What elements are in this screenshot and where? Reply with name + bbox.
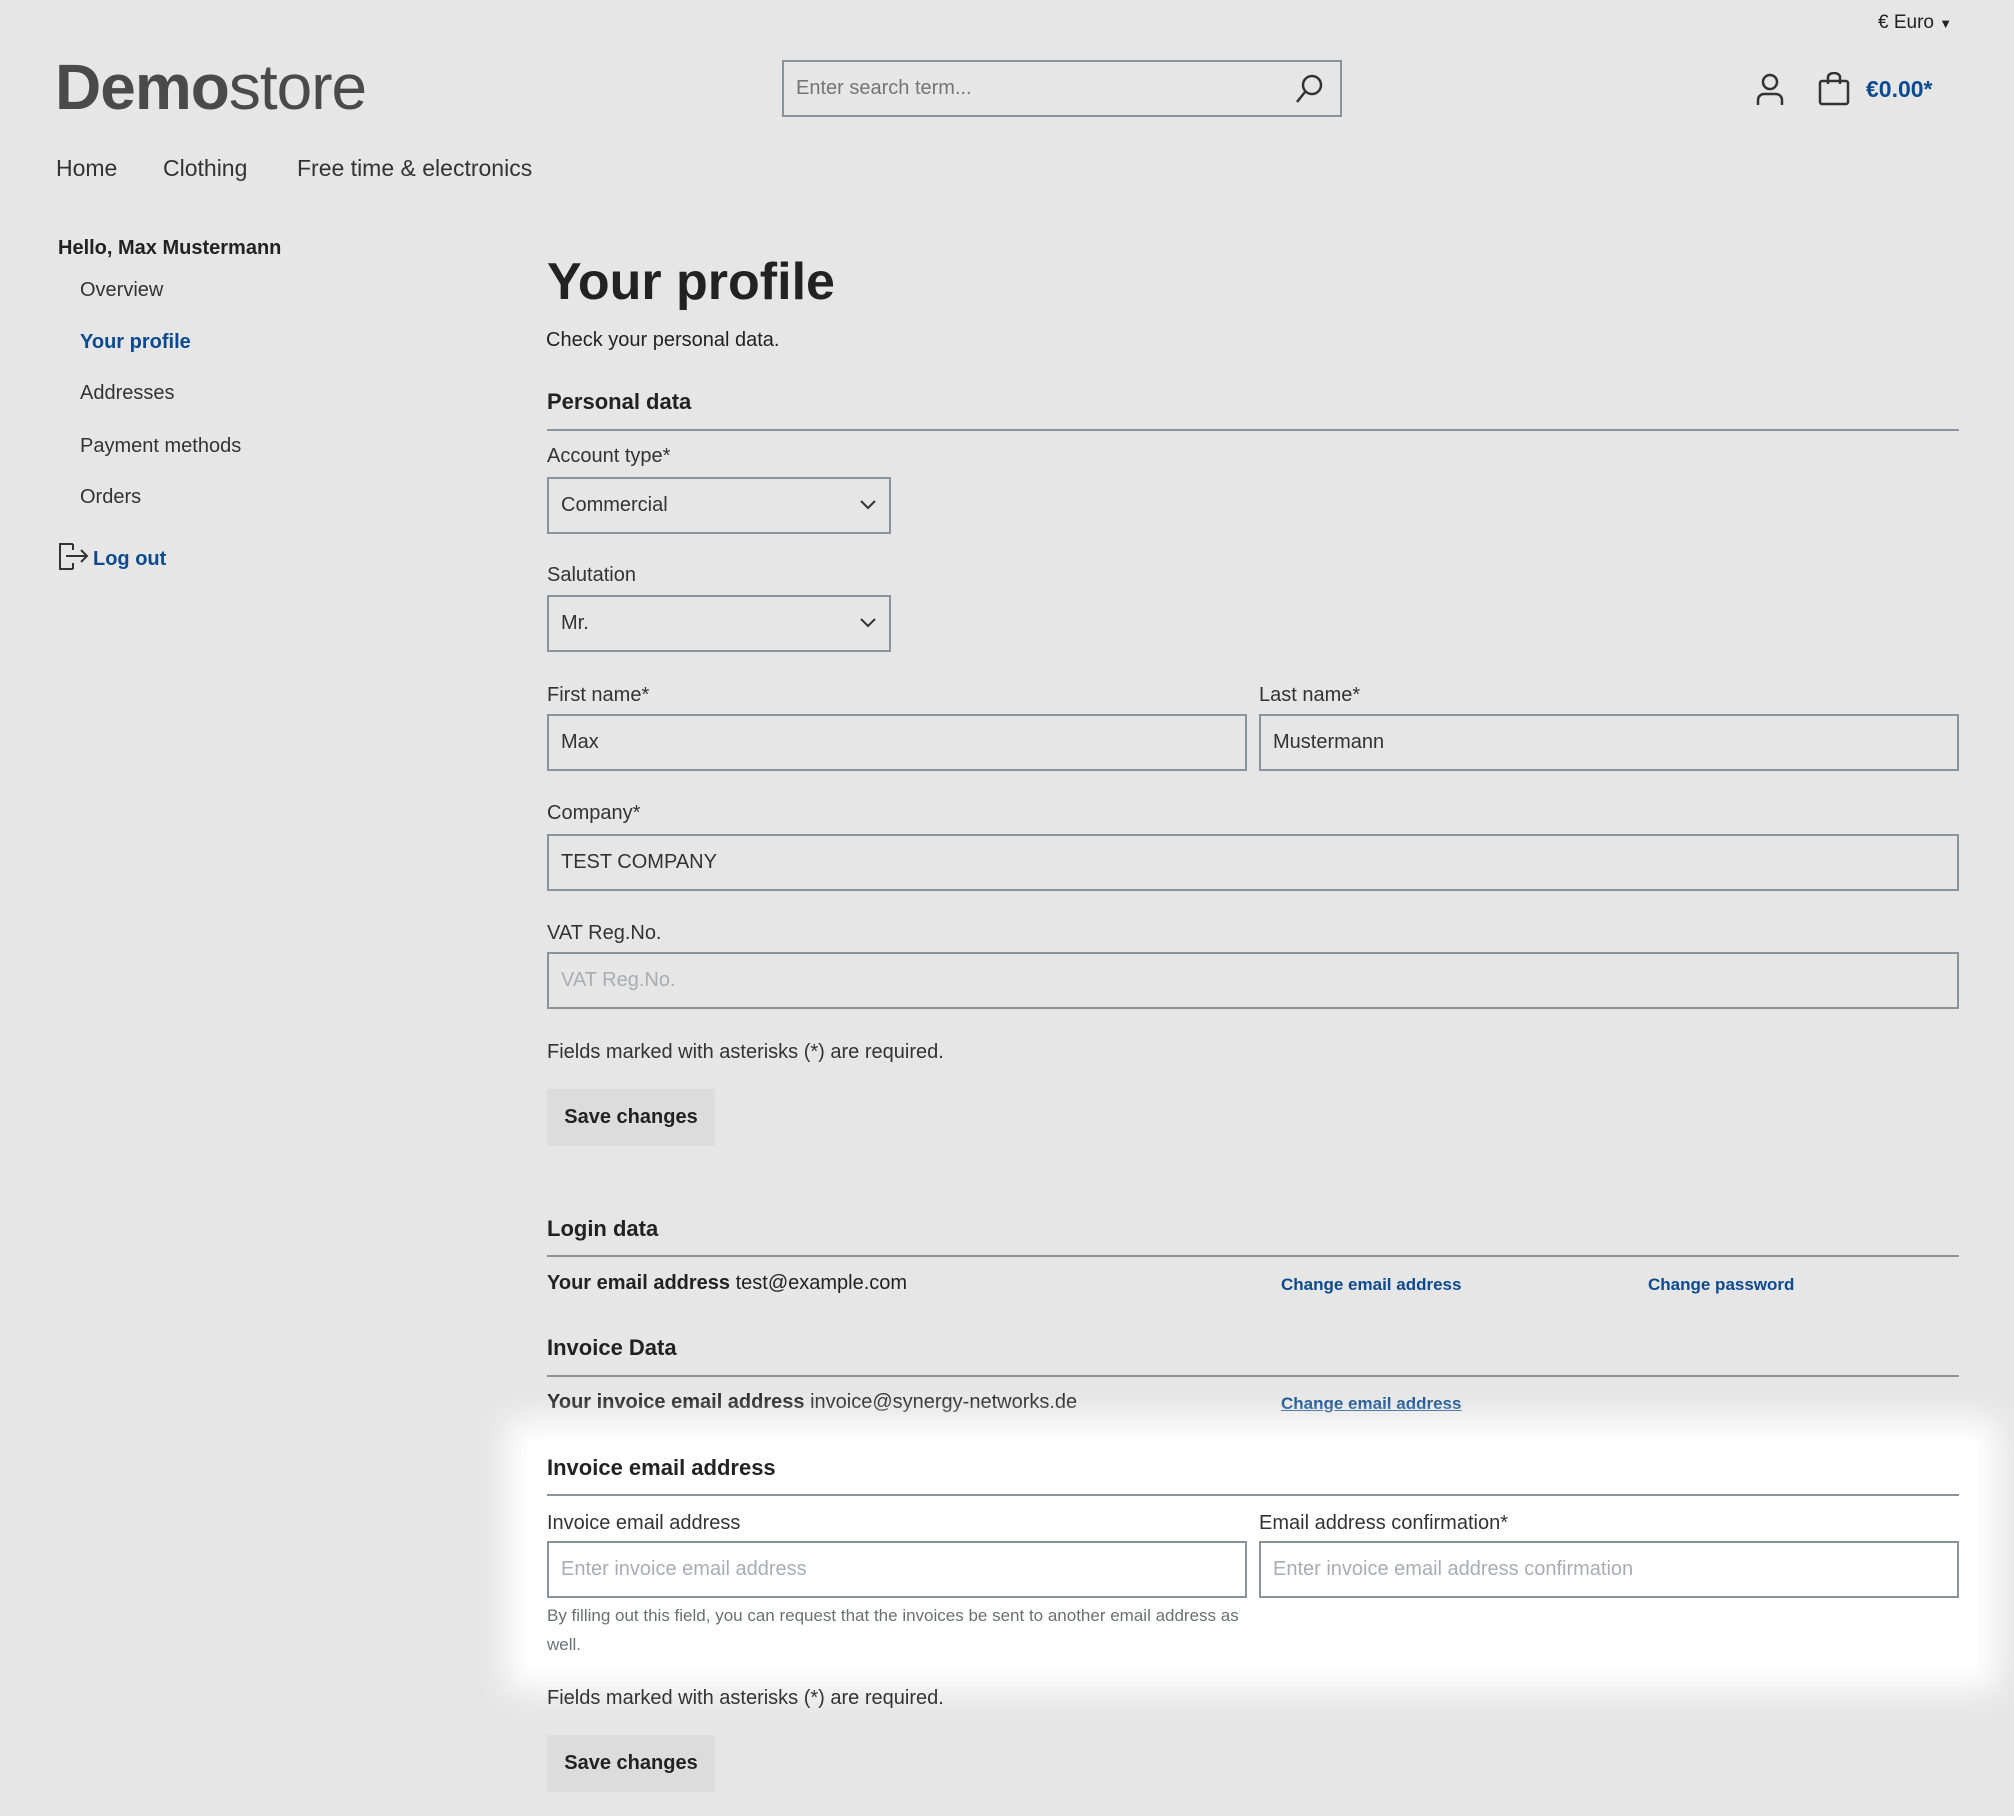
invoice-email-field-label: Invoice email address (547, 1512, 741, 1534)
page-subtitle: Check your personal data. (546, 329, 780, 351)
nav-clothing[interactable]: Clothing (163, 155, 247, 182)
login-data-heading: Login data (547, 1216, 659, 1241)
sidebar-item-your-profile[interactable]: Your profile (80, 331, 191, 354)
invoice-email-value: invoice@synergy-networks.de (810, 1391, 1078, 1413)
invoice-data-heading: Invoice Data (547, 1335, 677, 1360)
search-icon[interactable] (1294, 73, 1324, 111)
nav-free-time-electronics[interactable]: Free time & electronics (297, 155, 532, 182)
invoice-email-label: Your invoice email address (547, 1391, 805, 1413)
vat-input[interactable] (547, 952, 1959, 1009)
sidebar-greeting: Hello, Max Mustermann (58, 237, 282, 259)
cart-icon[interactable] (1818, 71, 1850, 112)
invoice-email-input[interactable] (547, 1541, 1247, 1598)
first-name-input[interactable] (547, 714, 1247, 771)
account-icon[interactable] (1755, 72, 1785, 112)
search-input[interactable] (784, 62, 1264, 115)
chevron-down-icon (859, 612, 877, 635)
currency-dropdown[interactable]: € Euro ▼ (1878, 12, 1952, 34)
page-title: Your profile (547, 253, 835, 311)
change-password-link[interactable]: Change password (1648, 1275, 1794, 1295)
sidebar-item-orders[interactable]: Orders (80, 486, 141, 509)
email-value: test@example.com (735, 1272, 908, 1294)
divider (547, 429, 1959, 431)
sidebar-item-overview[interactable]: Overview (80, 279, 163, 302)
logout-icon (57, 540, 89, 578)
account-type-select[interactable]: Commercial (547, 477, 891, 534)
personal-data-heading: Personal data (547, 389, 692, 414)
required-note: Fields marked with asterisks (*) are req… (547, 1041, 944, 1063)
caret-down-icon: ▼ (1939, 16, 1953, 31)
last-name-label: Last name* (1259, 684, 1361, 706)
salutation-select[interactable]: Mr. (547, 595, 891, 652)
chevron-down-icon (859, 494, 877, 517)
sidebar-item-addresses[interactable]: Addresses (80, 382, 175, 405)
invoice-email-help: By filling out this field, you can reque… (547, 1606, 1239, 1654)
logo[interactable]: Demostore (55, 50, 367, 124)
search-box (782, 60, 1342, 117)
vat-label: VAT Reg.No. (547, 922, 662, 944)
required-note: Fields marked with asterisks (*) are req… (547, 1687, 944, 1709)
email-confirmation-input[interactable] (1259, 1541, 1959, 1598)
change-email-link[interactable]: Change email address (1281, 1275, 1461, 1295)
nav-home[interactable]: Home (56, 155, 117, 182)
logout-link[interactable]: Log out (57, 540, 166, 578)
invoice-email-heading: Invoice email address (547, 1455, 776, 1480)
divider (547, 1255, 1959, 1257)
email-confirmation-label: Email address confirmation* (1259, 1512, 1508, 1534)
first-name-label: First name* (547, 684, 650, 706)
divider (547, 1494, 1959, 1496)
save-invoice-changes-button[interactable]: Save changes (547, 1735, 715, 1792)
change-invoice-email-link[interactable]: Change email address (1281, 1394, 1461, 1414)
divider (547, 1375, 1959, 1377)
company-input[interactable] (547, 834, 1959, 891)
sidebar-item-payment-methods[interactable]: Payment methods (80, 435, 241, 458)
account-type-label: Account type* (547, 445, 671, 467)
last-name-input[interactable] (1259, 714, 1959, 771)
company-label: Company* (547, 802, 641, 824)
cart-total[interactable]: €0.00* (1866, 76, 1933, 103)
save-changes-button[interactable]: Save changes (547, 1089, 715, 1146)
salutation-label: Salutation (547, 564, 636, 586)
email-label: Your email address (547, 1272, 731, 1294)
